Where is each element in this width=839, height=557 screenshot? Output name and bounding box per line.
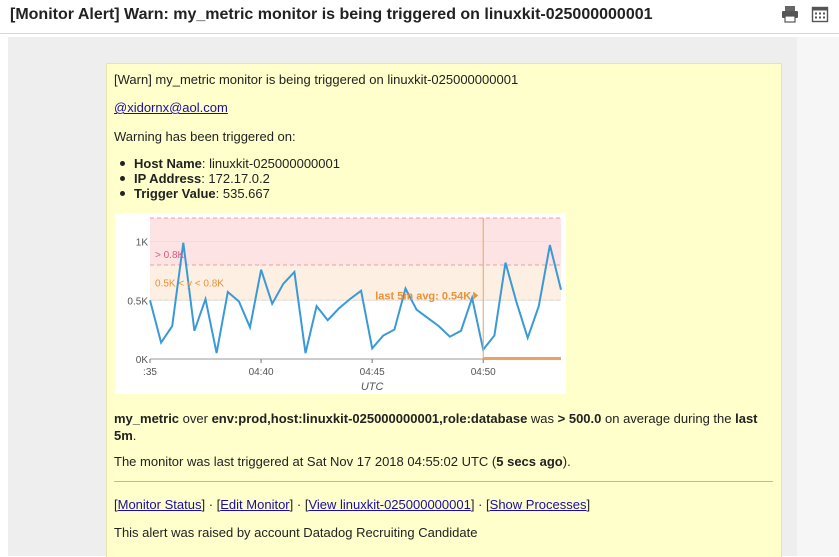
summary-period: last (735, 411, 758, 426)
bullet (120, 161, 125, 166)
metric-chart-svg: 0K 0.5K 1K :35 04:40 04:45 04:50 UTC > 0.8K 0.5… (127, 217, 562, 393)
bullet (120, 176, 125, 181)
summary-text: . (132, 428, 137, 443)
email-subject: [Monitor Alert] Warn: my_metric monitor … (10, 6, 653, 23)
bullet (120, 191, 125, 196)
edit-monitor-link[interactable]: Edit Monitor (220, 497, 289, 512)
detail-value: : linuxkit-025000000001 (201, 156, 340, 171)
summary-period: 5m (114, 428, 133, 443)
divider (114, 481, 773, 482)
link-separator: · (474, 497, 487, 512)
summary-metric: my_metric (114, 411, 180, 426)
detail-label: Trigger Value (134, 186, 216, 201)
x-tick-label: 04:40 (249, 367, 274, 378)
detail-label: IP Address (134, 171, 202, 186)
summary-text: on average during the (601, 411, 736, 426)
evaluation-window-bar (483, 357, 561, 360)
metric-chart: 0K 0.5K 1K :35 04:40 04:45 04:50 UTC > 0.8K 0.5… (115, 213, 566, 394)
y-tick-label: 0.5K (127, 296, 148, 307)
summary-text: was (527, 411, 558, 426)
alert-summary: my_metric over env:prod,host:linuxkit-02… (114, 410, 769, 444)
detail-value: : 172.17.0.2 (201, 171, 270, 186)
show-processes-link[interactable]: Show Processes (490, 497, 587, 512)
summary-scope: env:prod,host:linuxkit-025000000001,role… (211, 411, 528, 426)
triggered-on-text: Warning has been triggered on: (114, 129, 296, 144)
monitor-status-link[interactable]: Monitor Status (118, 497, 202, 512)
y-tick-label: 0K (136, 355, 149, 366)
x-tick-label: 04:45 (360, 367, 385, 378)
warn-threshold-label: 0.5K < y < 0.8K (155, 278, 224, 289)
detail-value: : 535.667 (215, 186, 270, 201)
alert-title-line: [Warn] my_metric monitor is being trigge… (114, 72, 519, 87)
link-separator: · (293, 497, 305, 512)
calendar-icon[interactable] (811, 5, 829, 23)
print-icon[interactable] (781, 5, 799, 23)
last-triggered-prefix: The monitor was last triggered at Sat No… (114, 454, 497, 469)
detail-label: Host Name (134, 156, 202, 171)
x-axis-label: UTC (361, 381, 384, 393)
avg-annotation: last 5m avg: 0.54K (375, 291, 471, 303)
x-tick-label: 04:50 (471, 367, 496, 378)
alert-card: [Warn] my_metric monitor is being trigge… (106, 63, 782, 557)
last-triggered-ago: 5 secs ago (496, 454, 563, 469)
right-gutter (797, 37, 839, 556)
view-host-link[interactable]: View linuxkit-025000000001 (308, 497, 470, 512)
footer-text: This alert was raised by account Datadog… (114, 525, 478, 540)
summary-text: over (179, 411, 212, 426)
mention-link[interactable]: @xidornx@aol.com (114, 100, 228, 115)
last-triggered-text: The monitor was last triggered at Sat No… (114, 453, 571, 470)
action-links: [Monitor Status] · [Edit Monitor] · [Vie… (114, 497, 591, 512)
email-header: [Monitor Alert] Warn: my_metric monitor … (0, 0, 839, 34)
alert-threshold-label: > 0.8K (155, 250, 185, 261)
detail-trigger-value: Trigger Value: 535.667 (120, 185, 270, 202)
link-separator: · (205, 497, 217, 512)
x-tick-label: :35 (143, 367, 157, 378)
last-triggered-suffix: ). (562, 454, 571, 469)
y-tick-label: 1K (136, 238, 149, 249)
summary-threshold: > 500.0 (557, 411, 602, 426)
